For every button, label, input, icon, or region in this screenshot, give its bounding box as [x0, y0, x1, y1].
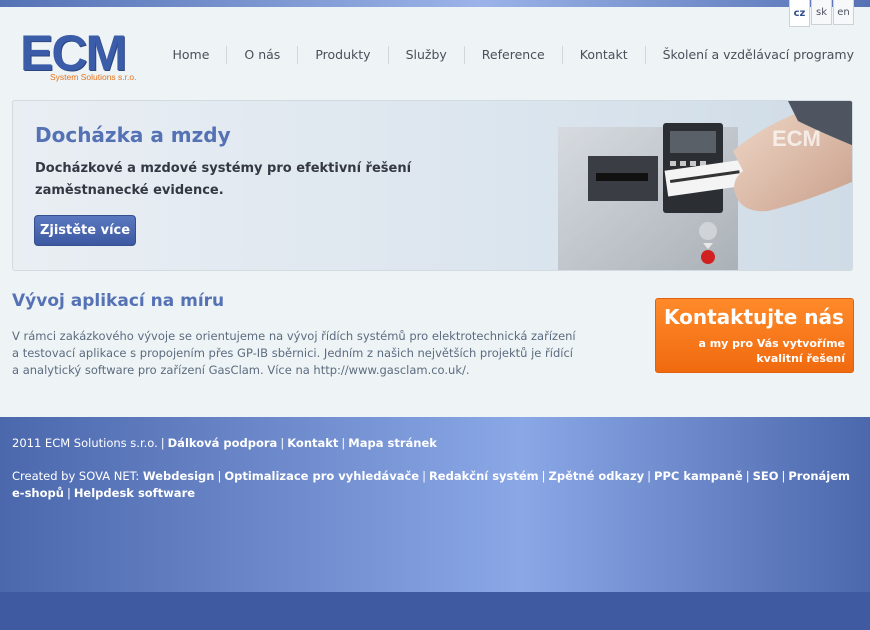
nav-contact[interactable]: Kontakt — [561, 46, 645, 64]
learn-more-button[interactable]: Zjistěte více — [34, 215, 136, 246]
top-accent-bar — [0, 0, 870, 7]
nav-services[interactable]: Služby — [387, 46, 464, 64]
footer-link-cms[interactable]: Redakční systém — [429, 469, 539, 483]
footer-link-sitemap[interactable]: Mapa stránek — [348, 436, 437, 450]
section-title: Vývoj aplikací na míru — [12, 291, 225, 311]
footer-row-2: Created by SOVA NET: Webdesign | Optimaliz… — [12, 469, 851, 500]
footer-link-seo-optimization[interactable]: Optimalizace pro vyhledávače — [224, 469, 419, 483]
watermark-text: ECM — [772, 126, 821, 151]
copyright: 2011 ECM Solutions s.r.o. — [12, 436, 158, 450]
hero-subtitle: Docházkové a mzdové systémy pro efektivn… — [35, 161, 412, 198]
cta-line2: kvalitní řešení — [756, 352, 845, 365]
created-by: Created by SOVA NET: — [12, 469, 140, 483]
footer-link-seo[interactable]: SEO — [753, 469, 779, 483]
logo-tagline: System Solutions s.r.o. — [50, 72, 137, 82]
footer-link-contact[interactable]: Kontakt — [287, 436, 338, 450]
footer-bottom-band — [0, 592, 870, 630]
lang-sk[interactable]: sk — [811, 0, 832, 25]
hero-title: Docházka a mzdy — [35, 123, 231, 147]
footer-row-1: 2011 ECM Solutions s.r.o. | Dálková podpor… — [12, 436, 437, 450]
nav-products[interactable]: Produkty — [297, 46, 387, 64]
cta-subtitle: a my pro Vás vytvoříme kvalitní řešení — [675, 336, 845, 366]
footer-link-backlinks[interactable]: Zpětné odkazy — [549, 469, 645, 483]
nav-references[interactable]: Reference — [463, 46, 562, 64]
footer-link-webdesign[interactable]: Webdesign — [143, 469, 215, 483]
section-text: V rámci zakázkového vývoje se orientujem… — [12, 329, 576, 377]
lang-en[interactable]: en — [833, 0, 854, 25]
logo-mark: ECM — [20, 25, 127, 81]
cta-title: Kontaktujte nás — [664, 305, 844, 329]
footer-link-ppc[interactable]: PPC kampaně — [654, 469, 743, 483]
nav-training[interactable]: Školení a vzdělávací programy — [644, 46, 854, 64]
language-switcher: cz sk en — [789, 0, 855, 27]
footer-link-remote-support[interactable]: Dálková podpora — [168, 436, 278, 450]
attendance-terminal-image: ECM — [558, 101, 852, 270]
main-nav: Home O nás Produkty Služby Reference Kon… — [155, 46, 854, 64]
hero-banner: Docházka a mzdy Docházkové a mzdové syst… — [12, 100, 853, 271]
lang-cz[interactable]: cz — [789, 0, 810, 27]
cta-line1: a my pro Vás vytvoříme — [698, 337, 845, 350]
nav-about[interactable]: O nás — [226, 46, 297, 64]
company-logo[interactable]: ECM System Solutions s.r.o. — [20, 28, 138, 84]
nav-home[interactable]: Home — [155, 46, 226, 64]
footer-link-helpdesk[interactable]: Helpdesk software — [74, 486, 195, 500]
contact-cta-button[interactable]: Kontaktujte nás a my pro Vás vytvoříme k… — [655, 298, 854, 373]
